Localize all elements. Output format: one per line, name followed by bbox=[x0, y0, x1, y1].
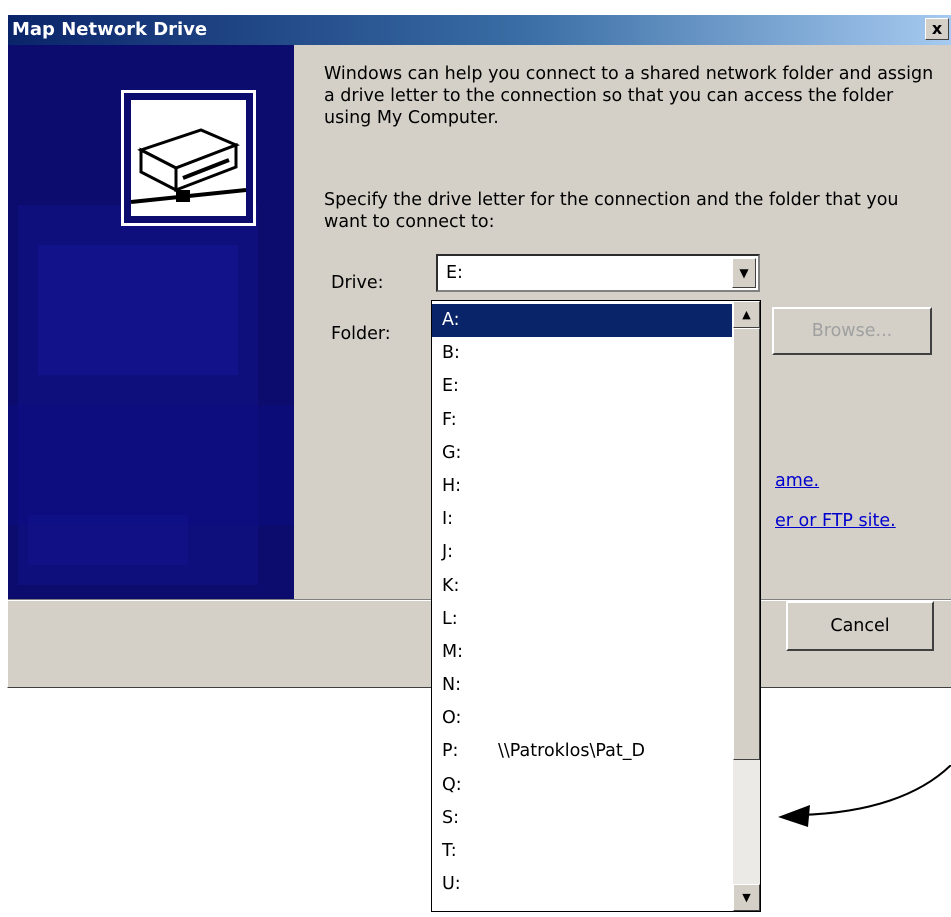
drive-option[interactable]: E: bbox=[432, 370, 732, 403]
drive-option[interactable]: G: bbox=[432, 437, 732, 470]
drive-option-letter: T: bbox=[442, 841, 457, 861]
scroll-track[interactable] bbox=[733, 760, 760, 886]
drive-option[interactable]: F: bbox=[432, 404, 732, 437]
drive-option-letter: N: bbox=[442, 675, 461, 696]
drive-option[interactable]: O: bbox=[432, 702, 732, 735]
drive-option-letter: Q: bbox=[442, 774, 462, 795]
close-button[interactable]: x bbox=[925, 18, 949, 40]
drive-option[interactable]: H: bbox=[432, 470, 732, 503]
drive-option-letter: H: bbox=[442, 475, 462, 496]
drive-option-letter: U: bbox=[442, 874, 461, 895]
drive-option-letter: M: bbox=[442, 641, 463, 662]
drive-option-letter: S: bbox=[442, 807, 460, 828]
scroll-up-icon[interactable]: ▲ bbox=[733, 301, 760, 328]
drive-option[interactable]: L: bbox=[432, 603, 732, 636]
drive-dropdown-list[interactable]: A: B: E: F: G: H: I: J: K: L: M: N: O: P: \\Patroklos\… bbox=[431, 300, 761, 912]
chevron-down-icon[interactable]: ▼ bbox=[732, 258, 756, 288]
browse-button[interactable]: Browse... bbox=[772, 307, 932, 355]
drive-option-letter: B: bbox=[442, 343, 460, 364]
drive-option[interactable]: M: bbox=[432, 636, 732, 669]
drive-option-letter: P: bbox=[442, 741, 459, 762]
drive-option[interactable]: U: bbox=[432, 868, 732, 901]
scroll-down-icon[interactable]: ▼ bbox=[733, 884, 760, 911]
scroll-thumb[interactable] bbox=[733, 328, 760, 760]
drive-label: Drive: bbox=[331, 273, 384, 293]
window-title: Map Network Drive bbox=[12, 19, 208, 40]
drive-option-letter: A: bbox=[442, 310, 460, 330]
drive-option[interactable]: S: bbox=[432, 802, 732, 835]
drive-option-letter: O: bbox=[442, 708, 462, 729]
drive-option[interactable]: B: bbox=[432, 337, 732, 370]
drive-option-letter: E: bbox=[442, 376, 459, 397]
link-connect-web[interactable]: er or FTP site. bbox=[775, 511, 896, 531]
link-sign-up[interactable]: ame. bbox=[775, 471, 819, 491]
network-drive-icon bbox=[121, 90, 256, 226]
cancel-button[interactable]: Cancel bbox=[786, 601, 934, 651]
instruction-text: Specify the drive letter for the connect… bbox=[324, 190, 899, 232]
drive-option-letter: K: bbox=[442, 575, 460, 596]
drive-option-letter: I: bbox=[442, 509, 454, 530]
intro-text: Windows can help you connect to a shared… bbox=[324, 64, 934, 128]
folder-label: Folder: bbox=[331, 324, 391, 344]
drive-option-letter: J: bbox=[442, 542, 454, 563]
drive-option-letter: F: bbox=[442, 409, 457, 430]
drive-option[interactable]: P: \\Patroklos\Pat_D bbox=[432, 735, 732, 768]
drive-option[interactable]: A: bbox=[432, 304, 732, 338]
drive-option-letter: L: bbox=[442, 608, 458, 629]
title-bar: Map Network Drive x bbox=[8, 15, 951, 45]
drive-option[interactable]: I: bbox=[432, 503, 732, 536]
drive-option[interactable]: N: bbox=[432, 669, 732, 702]
drive-option-letter: G: bbox=[442, 442, 462, 463]
annotation-arrow-icon bbox=[778, 765, 951, 827]
drive-option[interactable]: T: bbox=[432, 835, 732, 868]
drive-options: A: B: E: F: G: H: I: J: K: L: M: N: O: P: \\Patroklos\… bbox=[432, 304, 732, 901]
dropdown-scrollbar[interactable]: ▲ ▼ bbox=[733, 301, 760, 911]
wizard-side-panel bbox=[8, 45, 294, 599]
drive-value: E: bbox=[446, 263, 463, 283]
drive-option[interactable]: J: bbox=[432, 536, 732, 569]
drive-option[interactable]: Q: bbox=[432, 769, 732, 802]
drive-option[interactable]: K: bbox=[432, 570, 732, 603]
drive-option-path: \\Patroklos\Pat_D bbox=[498, 741, 645, 762]
drive-select[interactable]: E: ▼ bbox=[436, 254, 760, 292]
